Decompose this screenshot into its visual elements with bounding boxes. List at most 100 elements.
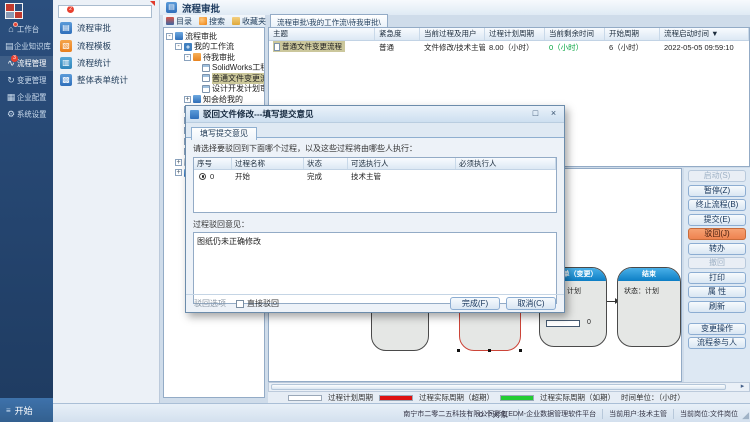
tree-item-my-workflow[interactable]: -我的工作流 <box>164 42 264 53</box>
horizontal-scrollbar[interactable]: ▸ <box>268 382 750 392</box>
status-bar: 0 个对象 南宁市二零二五科技有限公司彩虹EDM-企业数据管理软件平台 当前用户… <box>0 403 750 422</box>
tab-label: 目录 <box>176 16 192 27</box>
column-header-start-cycle[interactable]: 开始周期 <box>605 28 660 40</box>
action-print-button[interactable]: 打印 <box>688 272 746 284</box>
dialog-titlebar[interactable]: 驳回文件修改---填写提交意见 □ × <box>186 106 564 123</box>
tree-item-normal-file-change-flow[interactable]: 普通文件变更流程(1) <box>164 73 264 84</box>
direct-reject-checkbox[interactable] <box>236 300 244 308</box>
node-status: 状态：计划 <box>624 286 680 296</box>
tree-item-notified-to-me[interactable]: + 知会给我的 <box>164 94 264 105</box>
column-header-start-time[interactable]: 流程启动时间 ▼ <box>660 28 749 40</box>
submenu-item-label: 整体表单统计 <box>77 74 128 86</box>
tab-fill-opinion[interactable]: 填写提交意见 <box>191 127 257 140</box>
radio-button-selected[interactable] <box>199 173 206 180</box>
action-transfer-button[interactable]: 转办 <box>688 243 746 255</box>
cell-start-cycle: 6（小时） <box>605 42 660 53</box>
action-submit-button[interactable]: 提交(E) <box>688 214 746 226</box>
cell-planned-cycle: 8.00（小时） <box>485 42 545 53</box>
maximize-icon[interactable]: □ <box>528 108 543 120</box>
folder-icon <box>193 95 201 103</box>
action-participants-button[interactable]: 流程参与人 <box>688 337 746 349</box>
worklist-breadcrumb-tab[interactable]: 流程审批\我的工作流\待我审批\ <box>270 14 388 27</box>
tab-favorites[interactable]: 收藏夹 <box>232 16 266 27</box>
tab-catalog[interactable]: 目录 <box>163 16 192 27</box>
menu-icon: ≡ <box>6 406 11 415</box>
cancel-button[interactable]: 取消(C) <box>506 297 556 310</box>
scroll-right-icon[interactable]: ▸ <box>737 383 748 391</box>
action-withdraw-button[interactable]: 撤回 <box>688 257 746 269</box>
sidebar-item-knowledge-base[interactable]: ▤ 企业知识库 <box>0 39 53 54</box>
tree-item-process-approval[interactable]: - 流程审批 <box>164 31 264 42</box>
expand-icon[interactable]: + <box>175 159 182 166</box>
cell-remaining-time: 0（小时） <box>545 42 605 53</box>
flow-node-end[interactable]: 结束 状态：计划 <box>617 267 681 347</box>
collapse-icon[interactable]: - <box>166 33 173 40</box>
scrollbar-thumb[interactable] <box>271 384 726 390</box>
table-row[interactable]: 普通文件变更流程 普通 文件修改/技术主管 8.00（小时） 0（小时） 6（小… <box>269 41 749 53</box>
dialog-footer: 驳回选项 直接驳回 完成(F) 取消(C) <box>186 294 564 312</box>
column-header-state: 状态 <box>304 158 348 169</box>
sidebar-item-label: 工作台 <box>17 24 39 35</box>
submenu-item-label: 流程模板 <box>77 40 111 52</box>
sidebar-item-label: 流程管理 <box>17 58 46 69</box>
document-icon <box>274 43 280 51</box>
column-header-subject[interactable]: 主题 <box>269 28 375 40</box>
column-header-planned-cycle[interactable]: 过程计划周期 <box>485 28 545 40</box>
grid-row[interactable]: 0 开始 完成 技术主管 <box>194 170 556 182</box>
expand-icon[interactable]: + <box>184 96 191 103</box>
tree-item-solidworks-flow[interactable]: SolidWorks工程图审批流程(1) <box>164 63 264 74</box>
tree-item-label: 知会给我的 <box>203 94 243 105</box>
submenu-item-label: 流程统计 <box>77 57 111 69</box>
column-header-remaining-time[interactable]: 当前剩余时间 <box>545 28 605 40</box>
submenu-item-form-statistics[interactable]: ▩ 整体表单统计 <box>53 72 160 88</box>
sidebar-item-workbench[interactable]: ⌂ 工作台 <box>0 22 53 37</box>
node-title: 结束 <box>618 268 680 281</box>
column-header-process-name: 过程名称 <box>232 158 304 169</box>
action-pause-button[interactable]: 暂停(Z) <box>688 185 746 197</box>
column-header-urgency[interactable]: 紧急度 <box>375 28 420 40</box>
selection-handle[interactable] <box>488 349 491 352</box>
legend-time-unit: 时间单位：（小时） <box>621 392 685 403</box>
process-approval-icon: ▤ <box>166 2 177 13</box>
legend-swatch-ontime <box>500 395 534 401</box>
tree-toolbar: 目录 搜索 收藏夹 <box>163 15 265 27</box>
submenu-item-process-template[interactable]: ▧ 流程模板 <box>53 38 160 54</box>
collapse-icon[interactable]: - <box>184 54 191 61</box>
selection-handle[interactable] <box>519 349 522 352</box>
primary-sidebar: ⌂ 工作台 ▤ 企业知识库 ∿ 流程管理 3 ↻ 变更管理 ▦ 企业配置 ⚙ 系… <box>0 0 53 398</box>
submenu-item-process-statistics[interactable]: ▥ 流程统计 <box>53 55 160 71</box>
sidebar-item-change-management[interactable]: ↻ 变更管理 <box>0 73 53 88</box>
tab-search[interactable]: 搜索 <box>199 16 225 27</box>
sidebar-item-system-settings[interactable]: ⚙ 系统设置 <box>0 107 53 122</box>
pin-marker-icon <box>150 1 155 6</box>
start-button[interactable]: ≡ 开始 <box>0 398 53 422</box>
cell-process-name: 开始 <box>232 171 304 182</box>
action-terminate-flow-button[interactable]: 终止流程(B) <box>688 199 746 211</box>
collapse-icon[interactable]: - <box>175 43 182 50</box>
close-icon[interactable]: × <box>546 108 561 120</box>
action-reject-button[interactable]: 驳回(J) <box>688 228 746 240</box>
tree-item-label: 流程审批 <box>185 31 217 42</box>
finish-button[interactable]: 完成(F) <box>450 297 500 310</box>
cell-current-process: 文件修改/技术主管 <box>420 42 485 53</box>
tree-item-design-plan-flow[interactable]: 设计开发计划审批流程(1) <box>164 84 264 95</box>
gear-icon <box>184 43 192 51</box>
action-change-operation-button[interactable]: 变更操作 <box>688 323 746 335</box>
sidebar-item-enterprise-config[interactable]: ▦ 企业配置 <box>0 90 53 105</box>
column-header-current-process[interactable]: 当前过程及用户 <box>420 28 485 40</box>
subject-cell-selected[interactable]: 普通文件变更流程 <box>273 41 345 52</box>
tree-item-pending-approval[interactable]: -待我审批 <box>164 52 264 63</box>
folder-icon <box>193 53 201 61</box>
column-header-optional-executor: 可选执行人 <box>348 158 456 169</box>
selection-handle[interactable] <box>457 349 460 352</box>
legend-label: 过程实际周期（如期） <box>540 392 615 403</box>
resize-grip-icon[interactable]: ◢ <box>742 410 749 421</box>
action-properties-button[interactable]: 属 性 <box>688 286 746 298</box>
action-start-button[interactable]: 启动(S) <box>688 170 746 182</box>
submenu-item-process-approval[interactable]: ▤2 流程审批 <box>53 20 160 36</box>
action-refresh-button[interactable]: 刷新 <box>688 301 746 313</box>
cell-no: 0 <box>210 172 214 181</box>
tree-item-label-selected: 普通文件变更流程(1) <box>212 73 265 84</box>
expand-icon[interactable]: + <box>175 169 182 176</box>
sidebar-item-process-management[interactable]: ∿ 流程管理 3 <box>0 56 53 71</box>
